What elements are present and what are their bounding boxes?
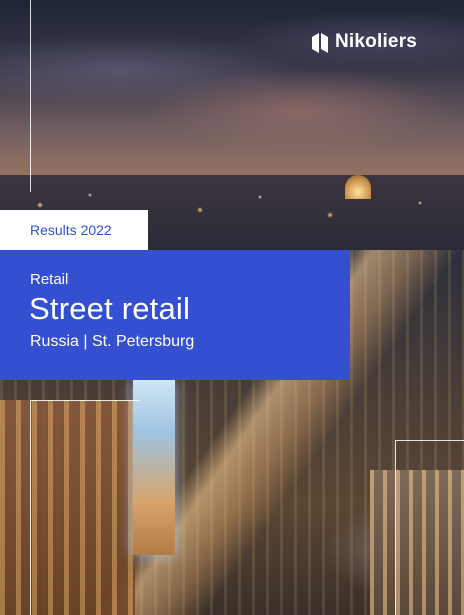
frame-line-right xyxy=(395,440,396,615)
right-building xyxy=(370,470,464,615)
clock-tower xyxy=(133,380,175,555)
report-title: Street retail xyxy=(29,291,191,326)
frame-line-top xyxy=(30,0,31,192)
frame-line-left xyxy=(30,400,31,615)
left-building xyxy=(0,400,135,615)
report-subtitle: Russia | St. Petersburg xyxy=(30,333,195,350)
frame-line-bottom xyxy=(30,400,140,401)
cathedral-dome xyxy=(345,175,371,199)
report-category: Retail xyxy=(30,271,69,288)
results-badge: Results 2022 xyxy=(0,210,148,250)
nikoliers-n-mark-icon xyxy=(312,33,328,53)
frame-line-right-top xyxy=(396,440,464,441)
results-badge-label: Results 2022 xyxy=(30,222,112,238)
brand-logo: Nikoliers xyxy=(310,30,417,54)
brand-name: Nikoliers xyxy=(335,31,418,52)
